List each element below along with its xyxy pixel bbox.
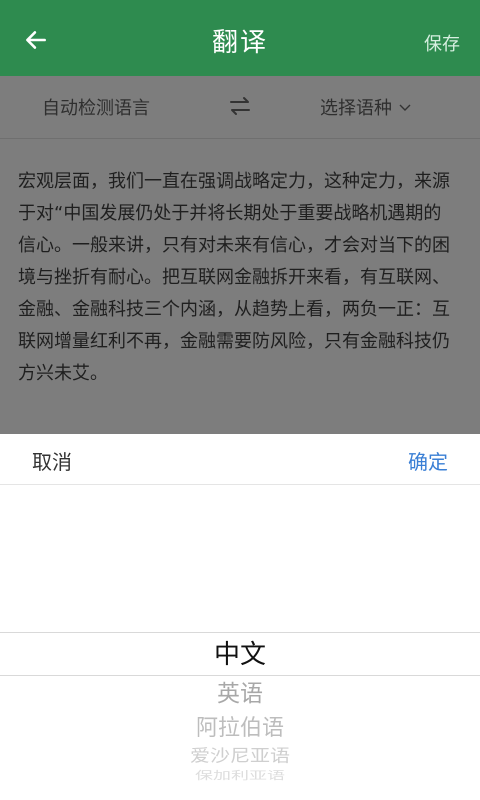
language-wheel[interactable]: 中文 英语 阿拉伯语 爱沙尼亚语 保加利亚语 <box>0 484 480 800</box>
target-language-button[interactable]: 选择语种 <box>320 94 412 120</box>
language-selector-bar: 自动检测语言 选择语种 <box>0 76 480 139</box>
source-text[interactable]: 宏观层面，我们一直在强调战略定力，这种定力，来源于对“中国发展仍处于并将长期处于… <box>18 166 458 390</box>
app-header: 翻译 保存 <box>0 0 480 76</box>
swap-arrows-icon <box>230 97 250 115</box>
language-option[interactable]: 保加利亚语 <box>0 767 480 783</box>
confirm-button[interactable]: 确定 <box>408 446 448 475</box>
cancel-button[interactable]: 取消 <box>32 446 72 475</box>
translation-content-dimmed: 自动检测语言 选择语种 宏观层面，我们一直在强调战略定力，这种定力，来源于对“中… <box>0 76 480 434</box>
language-option[interactable]: 爱沙尼亚语 <box>0 742 480 767</box>
language-picker-sheet: 取消 确定 中文 英语 阿拉伯语 爱沙尼亚语 保加利亚语 <box>0 434 480 800</box>
source-language-button[interactable]: 自动检测语言 <box>42 94 150 120</box>
chevron-down-icon <box>399 104 411 111</box>
swap-languages-button[interactable] <box>226 92 254 120</box>
language-option-selected[interactable]: 中文 <box>0 634 480 671</box>
page-title: 翻译 <box>211 28 268 58</box>
save-button[interactable]: 保存 <box>424 30 460 56</box>
language-option[interactable]: 英语 <box>0 674 480 708</box>
picker-toolbar: 取消 确定 <box>0 434 480 485</box>
target-language-label: 选择语种 <box>320 98 392 119</box>
language-option[interactable]: 阿拉伯语 <box>0 710 480 742</box>
